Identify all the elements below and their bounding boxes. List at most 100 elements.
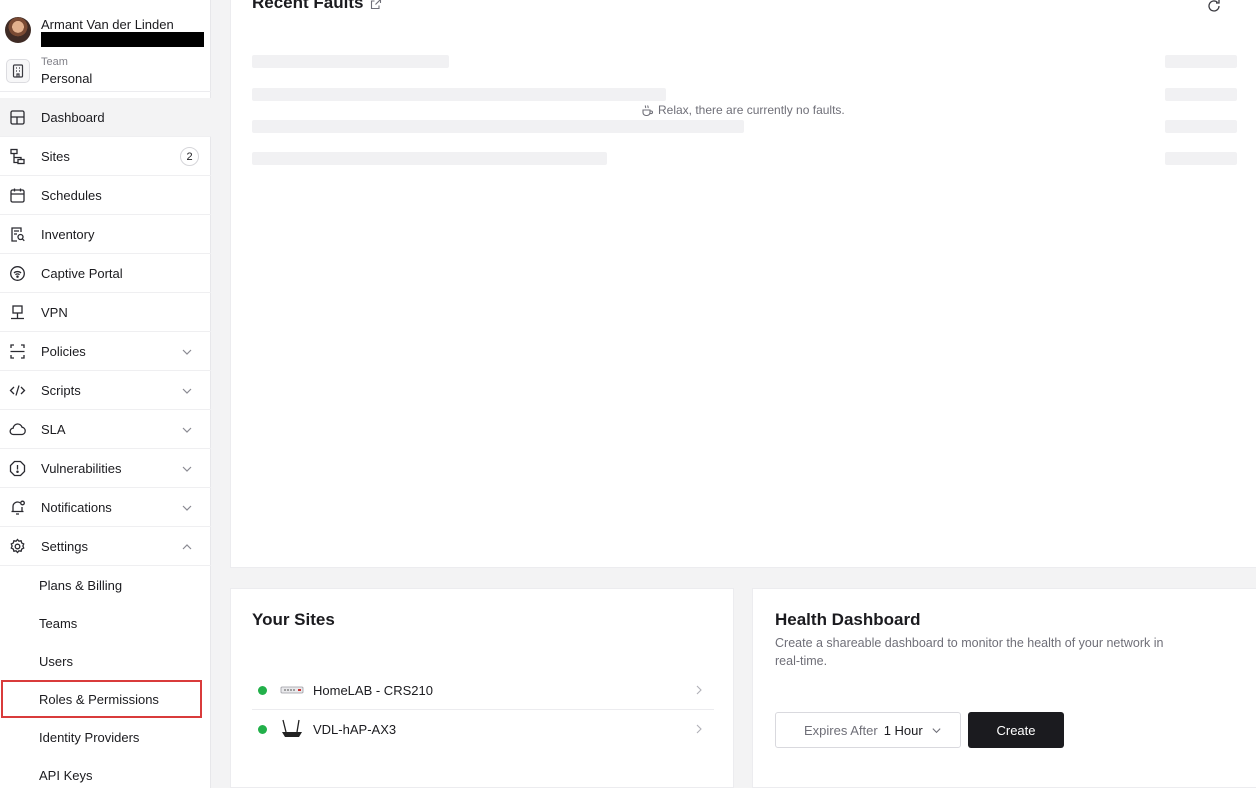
expires-after-select[interactable]: Expires After 1 Hour <box>775 712 961 748</box>
site-name: HomeLAB - CRS210 <box>313 683 433 698</box>
user-name: Armant Van der Linden <box>41 17 174 32</box>
health-dashboard-title: Health Dashboard <box>775 610 921 629</box>
redacted-email <box>41 32 204 47</box>
switch-device-icon <box>280 686 304 694</box>
skeleton-line <box>252 152 607 165</box>
main-nav: Dashboard Sites 2 Schedules Inventory Ca… <box>0 98 211 566</box>
subnav-label: Plans & Billing <box>39 578 123 593</box>
chevron-down-icon <box>182 349 192 355</box>
subnav-label: Roles & Permissions <box>39 692 159 707</box>
nav-label: Settings <box>41 538 88 554</box>
chevron-down-icon <box>932 727 941 733</box>
subnav-item-plans-billing[interactable]: Plans & Billing <box>0 566 211 604</box>
subnav-item-identity-providers[interactable]: Identity Providers <box>0 718 211 756</box>
nav-label: Inventory <box>41 226 95 242</box>
skeleton-line <box>252 55 449 68</box>
your-sites-card: Your Sites HomeLAB - CRS210 VDL-hAP-AX3 <box>230 588 734 788</box>
nav-label: Policies <box>41 343 86 359</box>
chevron-down-icon <box>182 466 192 472</box>
nav-item-dashboard[interactable]: Dashboard <box>0 98 211 137</box>
external-link-icon[interactable] <box>370 0 382 10</box>
skeleton-line <box>252 88 666 101</box>
dashboard-icon <box>10 110 25 125</box>
nav-label: Vulnerabilities <box>41 460 122 476</box>
coffee-icon <box>642 104 653 116</box>
chevron-down-icon <box>182 427 192 433</box>
nav-item-policies[interactable]: Policies <box>0 332 211 371</box>
vpn-icon <box>11 305 24 320</box>
subnav-label: Users <box>39 654 73 669</box>
expires-label: Expires After <box>804 722 878 738</box>
chevron-right-icon <box>696 724 702 734</box>
status-online-dot <box>258 725 267 734</box>
status-online-dot <box>258 686 267 695</box>
skeleton-line <box>1165 88 1237 101</box>
nav-label: Captive Portal <box>41 265 123 281</box>
nav-label: Dashboard <box>41 109 105 125</box>
chevron-down-icon <box>182 388 192 394</box>
subnav-item-teams[interactable]: Teams <box>0 604 211 642</box>
nav-label: VPN <box>41 304 68 320</box>
chevron-right-icon <box>696 685 702 695</box>
calendar-icon <box>10 188 25 203</box>
router-device-icon <box>282 719 302 737</box>
subnav-item-api-keys[interactable]: API Keys <box>0 756 211 788</box>
settings-subnav: Plans & Billing Teams Users Roles & Perm… <box>0 566 211 788</box>
sidebar: Armant Van der Linden Team Personal Dash… <box>0 0 211 788</box>
skeleton-line <box>1165 152 1237 165</box>
nav-item-notifications[interactable]: Notifications <box>0 488 211 527</box>
team-name: Personal <box>41 71 93 86</box>
team-label: Team <box>41 56 68 68</box>
code-icon <box>9 385 26 396</box>
skeleton-line <box>252 120 744 133</box>
user-menu[interactable]: Armant Van der Linden <box>0 8 211 52</box>
site-row-homelab[interactable]: HomeLAB - CRS210 <box>252 671 714 710</box>
site-row-vdl-hap[interactable]: VDL-hAP-AX3 <box>252 710 714 749</box>
recent-faults-card: Recent Faults Relax, there are currently… <box>230 0 1256 568</box>
avatar <box>5 17 31 43</box>
nav-item-sla[interactable]: SLA <box>0 410 211 449</box>
chevron-down-icon <box>182 505 192 511</box>
subnav-label: API Keys <box>39 768 93 783</box>
sites-count-badge: 2 <box>180 147 199 166</box>
subnav-item-users[interactable]: Users <box>0 642 211 680</box>
nav-item-captive-portal[interactable]: Captive Portal <box>0 254 211 293</box>
create-button[interactable]: Create <box>968 712 1064 748</box>
subnav-label: Teams <box>39 616 78 631</box>
building-icon <box>6 59 30 83</box>
nav-item-schedules[interactable]: Schedules <box>0 176 211 215</box>
nav-label: Notifications <box>41 499 112 515</box>
no-faults-message: Relax, there are currently no faults. <box>641 103 845 117</box>
wifi-portal-icon <box>10 266 25 281</box>
subnav-label: Identity Providers <box>39 730 140 745</box>
skeleton-line <box>1165 55 1237 68</box>
nav-item-inventory[interactable]: Inventory <box>0 215 211 254</box>
nav-label: SLA <box>41 421 66 437</box>
nav-label: Sites <box>41 148 70 164</box>
subnav-item-roles-permissions[interactable]: Roles & Permissions <box>1 680 202 718</box>
nav-item-scripts[interactable]: Scripts <box>0 371 211 410</box>
no-faults-text: Relax, there are currently no faults. <box>658 103 845 117</box>
refresh-icon[interactable] <box>1206 0 1222 14</box>
policies-icon <box>10 344 25 359</box>
alert-icon <box>9 460 26 477</box>
nav-item-settings[interactable]: Settings <box>0 527 211 566</box>
gear-icon <box>10 538 25 554</box>
your-sites-title: Your Sites <box>252 610 335 629</box>
nav-item-vpn[interactable]: VPN <box>0 293 211 332</box>
recent-faults-title: Recent Faults <box>252 0 364 12</box>
health-dashboard-card: Health Dashboard Create a shareable dash… <box>752 588 1256 788</box>
skeleton-line <box>1165 120 1237 133</box>
bell-icon <box>11 500 25 515</box>
team-switcher[interactable]: Team Personal <box>0 52 211 92</box>
health-dashboard-description: Create a shareable dashboard to monitor … <box>775 636 1164 668</box>
nav-item-vulnerabilities[interactable]: Vulnerabilities <box>0 449 211 488</box>
sites-icon <box>10 148 25 165</box>
nav-label: Scripts <box>41 382 81 398</box>
chevron-up-icon <box>182 544 192 550</box>
nav-item-sites[interactable]: Sites 2 <box>0 137 211 176</box>
cloud-icon <box>9 423 26 436</box>
expires-value: 1 Hour <box>883 722 923 738</box>
site-name: VDL-hAP-AX3 <box>313 722 397 737</box>
nav-label: Schedules <box>41 187 102 203</box>
